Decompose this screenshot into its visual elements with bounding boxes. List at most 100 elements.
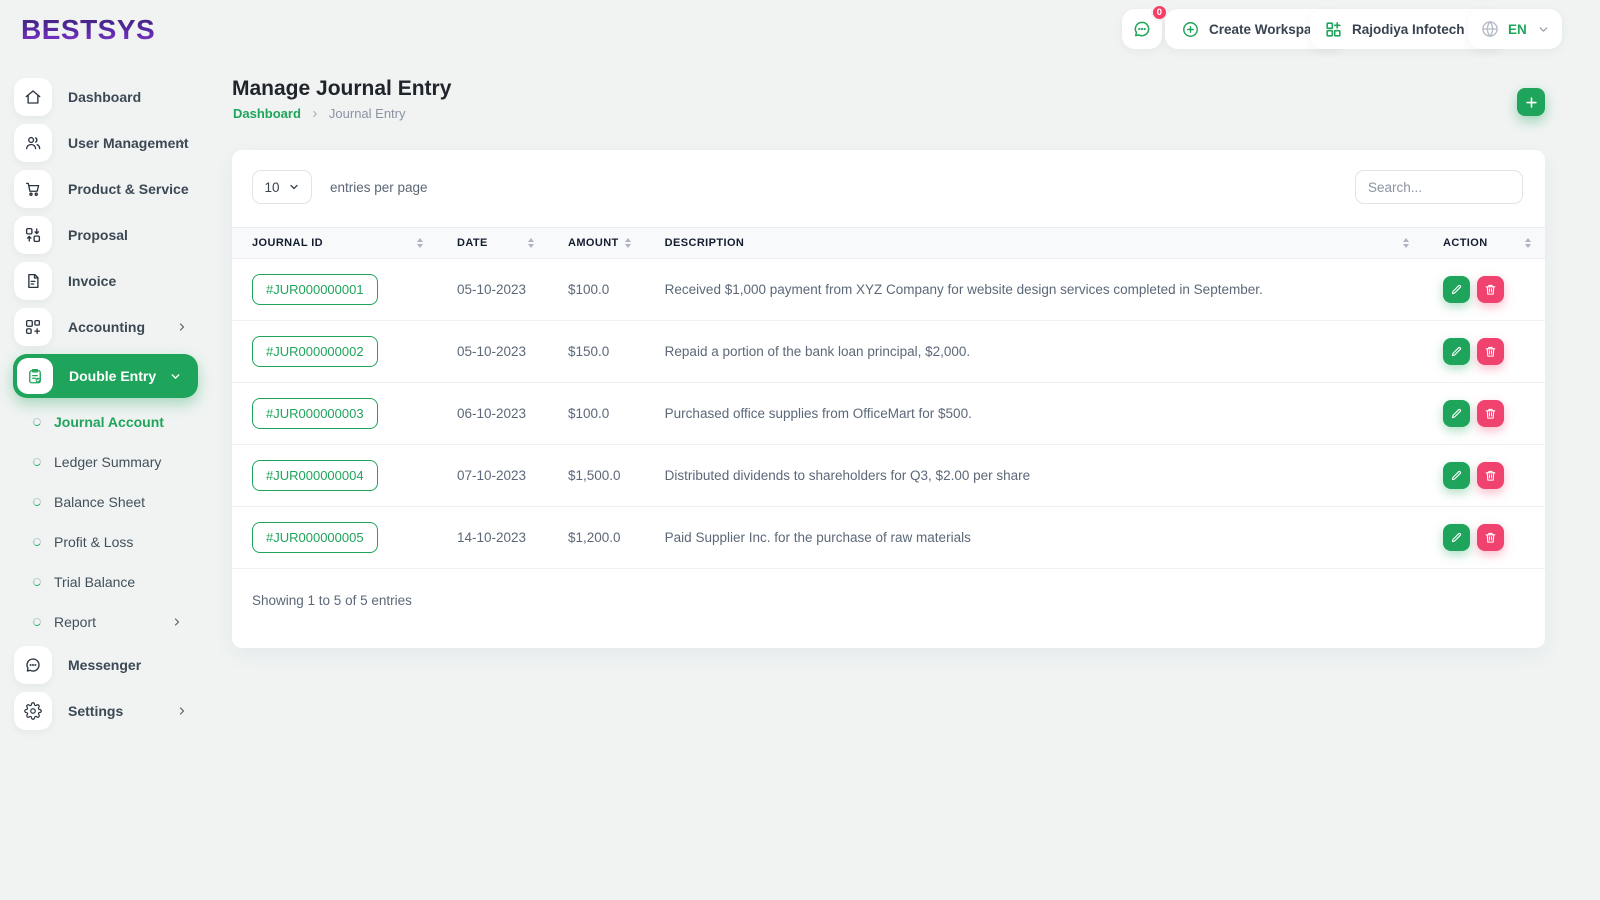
sort-icon[interactable] — [528, 238, 534, 248]
journal-table: JOURNAL ID DATE AMOUNT DESCRIPTION ACTIO… — [232, 227, 1545, 569]
sidebar-item-label: Invoice — [68, 273, 116, 289]
journal-id-badge[interactable]: #JUR000000005 — [252, 522, 378, 553]
column-header-date[interactable]: DATE — [437, 228, 548, 259]
journal-amount: $100.0 — [548, 259, 645, 321]
table-row: #JUR000000001 05-10-2023 $100.0 Received… — [232, 259, 1545, 321]
sidebar-subitem-ledger-summary[interactable]: Ledger Summary — [0, 442, 216, 482]
chevron-right-icon — [176, 321, 188, 333]
pencil-icon — [1450, 469, 1463, 482]
table-footer-summary: Showing 1 to 5 of 5 entries — [232, 569, 1545, 632]
journal-amount: $100.0 — [548, 383, 645, 445]
column-header-description[interactable]: DESCRIPTION — [645, 228, 1423, 259]
gear-icon — [14, 692, 52, 730]
language-selector[interactable]: EN — [1468, 9, 1562, 49]
sidebar-subitem-profit-loss[interactable]: Profit & Loss — [0, 522, 216, 562]
sidebar-subitem-label: Ledger Summary — [54, 454, 161, 470]
edit-button[interactable] — [1443, 462, 1470, 489]
sidebar-item-messenger[interactable]: Messenger — [0, 642, 216, 688]
table-row: #JUR000000004 07-10-2023 $1,500.0 Distri… — [232, 445, 1545, 507]
invoice-icon — [14, 262, 52, 300]
journal-amount: $1,200.0 — [548, 507, 645, 569]
table-controls: 10 entries per page — [232, 150, 1545, 204]
pencil-icon — [1450, 407, 1463, 420]
trash-icon — [1484, 407, 1497, 420]
journal-id-badge[interactable]: #JUR000000003 — [252, 398, 378, 429]
sidebar-subitem-balance-sheet[interactable]: Balance Sheet — [0, 482, 216, 522]
delete-button[interactable] — [1477, 276, 1504, 303]
row-actions — [1443, 462, 1531, 489]
users-icon — [14, 124, 52, 162]
sidebar-item-dashboard[interactable]: Dashboard — [0, 74, 216, 120]
edit-button[interactable] — [1443, 276, 1470, 303]
plus-icon — [1524, 95, 1539, 110]
journal-id-badge[interactable]: #JUR000000001 — [252, 274, 378, 305]
chevron-down-icon — [169, 370, 182, 383]
chat-bubble-icon — [1132, 19, 1152, 39]
table-header-row: JOURNAL ID DATE AMOUNT DESCRIPTION ACTIO… — [232, 228, 1545, 259]
sidebar-item-settings[interactable]: Settings — [0, 688, 216, 734]
journal-description: Paid Supplier Inc. for the purchase of r… — [645, 507, 1423, 569]
pencil-icon — [1450, 531, 1463, 544]
sidebar-item-label: Settings — [68, 703, 123, 719]
sort-icon[interactable] — [417, 238, 423, 248]
sidebar-subitem-label: Trial Balance — [54, 574, 135, 590]
delete-button[interactable] — [1477, 524, 1504, 551]
delete-button[interactable] — [1477, 462, 1504, 489]
sidebar-nav: Dashboard User Management Product & Serv… — [0, 74, 216, 734]
chevron-right-icon — [310, 109, 320, 119]
journal-id-badge[interactable]: #JUR000000004 — [252, 460, 378, 491]
sidebar-item-proposal[interactable]: Proposal — [0, 212, 216, 258]
sidebar-item-invoice[interactable]: Invoice — [0, 258, 216, 304]
chevron-right-icon — [176, 705, 188, 717]
journal-date: 06-10-2023 — [437, 383, 548, 445]
messages-button[interactable]: 0 — [1122, 9, 1162, 49]
sidebar-subitem-trial-balance[interactable]: Trial Balance — [0, 562, 216, 602]
sidebar-subitem-journal-account[interactable]: Journal Account — [0, 402, 216, 442]
add-journal-entry-button[interactable] — [1517, 88, 1545, 116]
journal-date: 14-10-2023 — [437, 507, 548, 569]
page-title: Manage Journal Entry — [232, 77, 451, 101]
entries-per-page-select[interactable]: 10 — [252, 170, 312, 204]
brand-logo[interactable]: BESTSYS — [21, 14, 155, 46]
double-entry-icon — [17, 358, 53, 394]
journal-id-badge[interactable]: #JUR000000002 — [252, 336, 378, 367]
journal-date: 07-10-2023 — [437, 445, 548, 507]
journal-amount: $1,500.0 — [548, 445, 645, 507]
sidebar-item-double-entry[interactable]: Double Entry — [13, 354, 198, 398]
sort-icon[interactable] — [1525, 238, 1531, 248]
pencil-icon — [1450, 345, 1463, 358]
bullet-icon — [32, 497, 42, 507]
sidebar-item-accounting[interactable]: Accounting — [0, 304, 216, 350]
sidebar-item-product-service[interactable]: Product & Service — [0, 166, 216, 212]
search-input[interactable] — [1355, 170, 1523, 204]
chevron-down-icon — [1537, 23, 1550, 36]
sort-icon[interactable] — [1403, 238, 1409, 248]
workspace-name: Rajodiya Infotech — [1352, 22, 1465, 37]
pencil-icon — [1450, 283, 1463, 296]
sidebar-item-label: User Management — [68, 135, 189, 151]
bullet-icon — [32, 617, 42, 627]
sidebar-item-user-management[interactable]: User Management — [0, 120, 216, 166]
edit-button[interactable] — [1443, 338, 1470, 365]
globe-icon — [1480, 19, 1500, 39]
sidebar-subitem-label: Balance Sheet — [54, 494, 145, 510]
sort-icon[interactable] — [625, 238, 631, 248]
workspace-grid-icon — [1324, 20, 1343, 39]
delete-button[interactable] — [1477, 400, 1504, 427]
column-header-action[interactable]: ACTION — [1423, 228, 1545, 259]
edit-button[interactable] — [1443, 524, 1470, 551]
sidebar-item-label: Double Entry — [69, 368, 156, 384]
edit-button[interactable] — [1443, 400, 1470, 427]
journal-entries-card: 10 entries per page JOURNAL ID DATE AMOU… — [232, 150, 1545, 648]
sidebar-subitem-report[interactable]: Report — [0, 602, 216, 642]
breadcrumb-dashboard-link[interactable]: Dashboard — [233, 106, 301, 121]
column-header-amount[interactable]: AMOUNT — [548, 228, 645, 259]
journal-description: Received $1,000 payment from XYZ Company… — [645, 259, 1423, 321]
trash-icon — [1484, 345, 1497, 358]
journal-description: Repaid a portion of the bank loan princi… — [645, 321, 1423, 383]
delete-button[interactable] — [1477, 338, 1504, 365]
sidebar-item-label: Product & Service — [68, 181, 189, 197]
column-header-journal-id[interactable]: JOURNAL ID — [232, 228, 437, 259]
cart-icon — [14, 170, 52, 208]
sidebar-item-label: Dashboard — [68, 89, 141, 105]
